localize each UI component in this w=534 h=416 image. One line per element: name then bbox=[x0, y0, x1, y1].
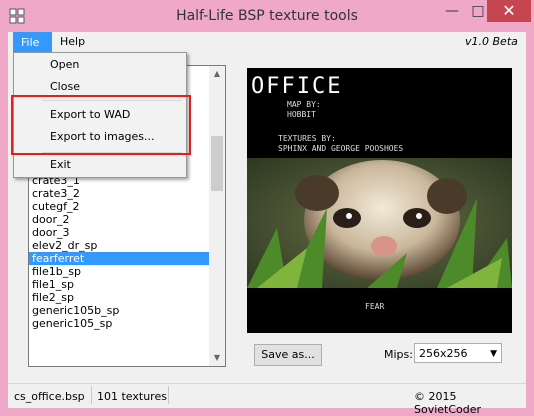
list-item[interactable]: crate3_2 bbox=[29, 187, 209, 200]
status-filename: cs_office.bsp bbox=[14, 390, 85, 403]
list-item-selected[interactable]: fearferret bbox=[29, 252, 209, 265]
list-scrollbar[interactable]: ▲ ▼ bbox=[209, 66, 225, 366]
version-label: v1.0 Beta bbox=[465, 35, 518, 48]
mips-select[interactable]: 256x256 ▼ bbox=[414, 343, 502, 363]
list-item[interactable]: door_2 bbox=[29, 213, 209, 226]
preview-texture-authors: SPHINX AND GEORGE POOSHOES bbox=[278, 144, 404, 153]
mips-value: 256x256 bbox=[419, 347, 468, 360]
list-item[interactable]: generic105_sp bbox=[29, 317, 209, 330]
menu-help[interactable]: Help bbox=[53, 32, 96, 52]
menu-file[interactable]: File bbox=[13, 32, 52, 54]
status-texture-count: 101 textures bbox=[97, 390, 167, 403]
preview-caption: FEAR bbox=[365, 302, 385, 311]
menu-item-exit[interactable]: Exit bbox=[50, 155, 71, 175]
scroll-up-arrow-icon[interactable]: ▲ bbox=[209, 66, 225, 82]
menu-item-close[interactable]: Close bbox=[50, 77, 80, 97]
ferret-photo bbox=[247, 158, 512, 288]
list-item[interactable]: file1b_sp bbox=[29, 265, 209, 278]
scroll-down-arrow-icon[interactable]: ▼ bbox=[209, 350, 225, 366]
menu-item-open[interactable]: Open bbox=[50, 55, 79, 75]
preview-map-by-label: MAP BY: bbox=[287, 100, 321, 109]
save-as-button[interactable]: Save as... bbox=[254, 344, 322, 366]
scroll-thumb[interactable] bbox=[211, 136, 223, 191]
preview-map-author: HOBBIT bbox=[287, 110, 316, 119]
highlight-annotation bbox=[11, 95, 191, 155]
status-divider bbox=[168, 386, 169, 404]
list-item[interactable]: file2_sp bbox=[29, 291, 209, 304]
minimize-button[interactable]: — bbox=[440, 0, 464, 22]
list-item[interactable]: door_3 bbox=[29, 226, 209, 239]
list-item[interactable]: generic105b_sp bbox=[29, 304, 209, 317]
preview-title: OFFICE bbox=[251, 74, 343, 99]
list-item[interactable]: cutegf_2 bbox=[29, 200, 209, 213]
status-divider bbox=[91, 386, 92, 404]
chevron-down-icon[interactable]: ▼ bbox=[490, 344, 497, 364]
status-copyright: © 2015 SovietCoder bbox=[414, 390, 482, 416]
mips-label: Mips: bbox=[384, 348, 413, 361]
preview-textures-by-label: TEXTURES BY: bbox=[278, 134, 336, 143]
status-bar: cs_office.bsp 101 textures © 2015 Soviet… bbox=[8, 383, 526, 416]
close-button[interactable]: ✕ bbox=[487, 0, 531, 22]
list-item[interactable]: file1_sp bbox=[29, 278, 209, 291]
list-item[interactable]: elev2_dr_sp bbox=[29, 239, 209, 252]
texture-preview: OFFICE MAP BY: HOBBIT TEXTURES BY: SPHIN… bbox=[247, 68, 512, 333]
